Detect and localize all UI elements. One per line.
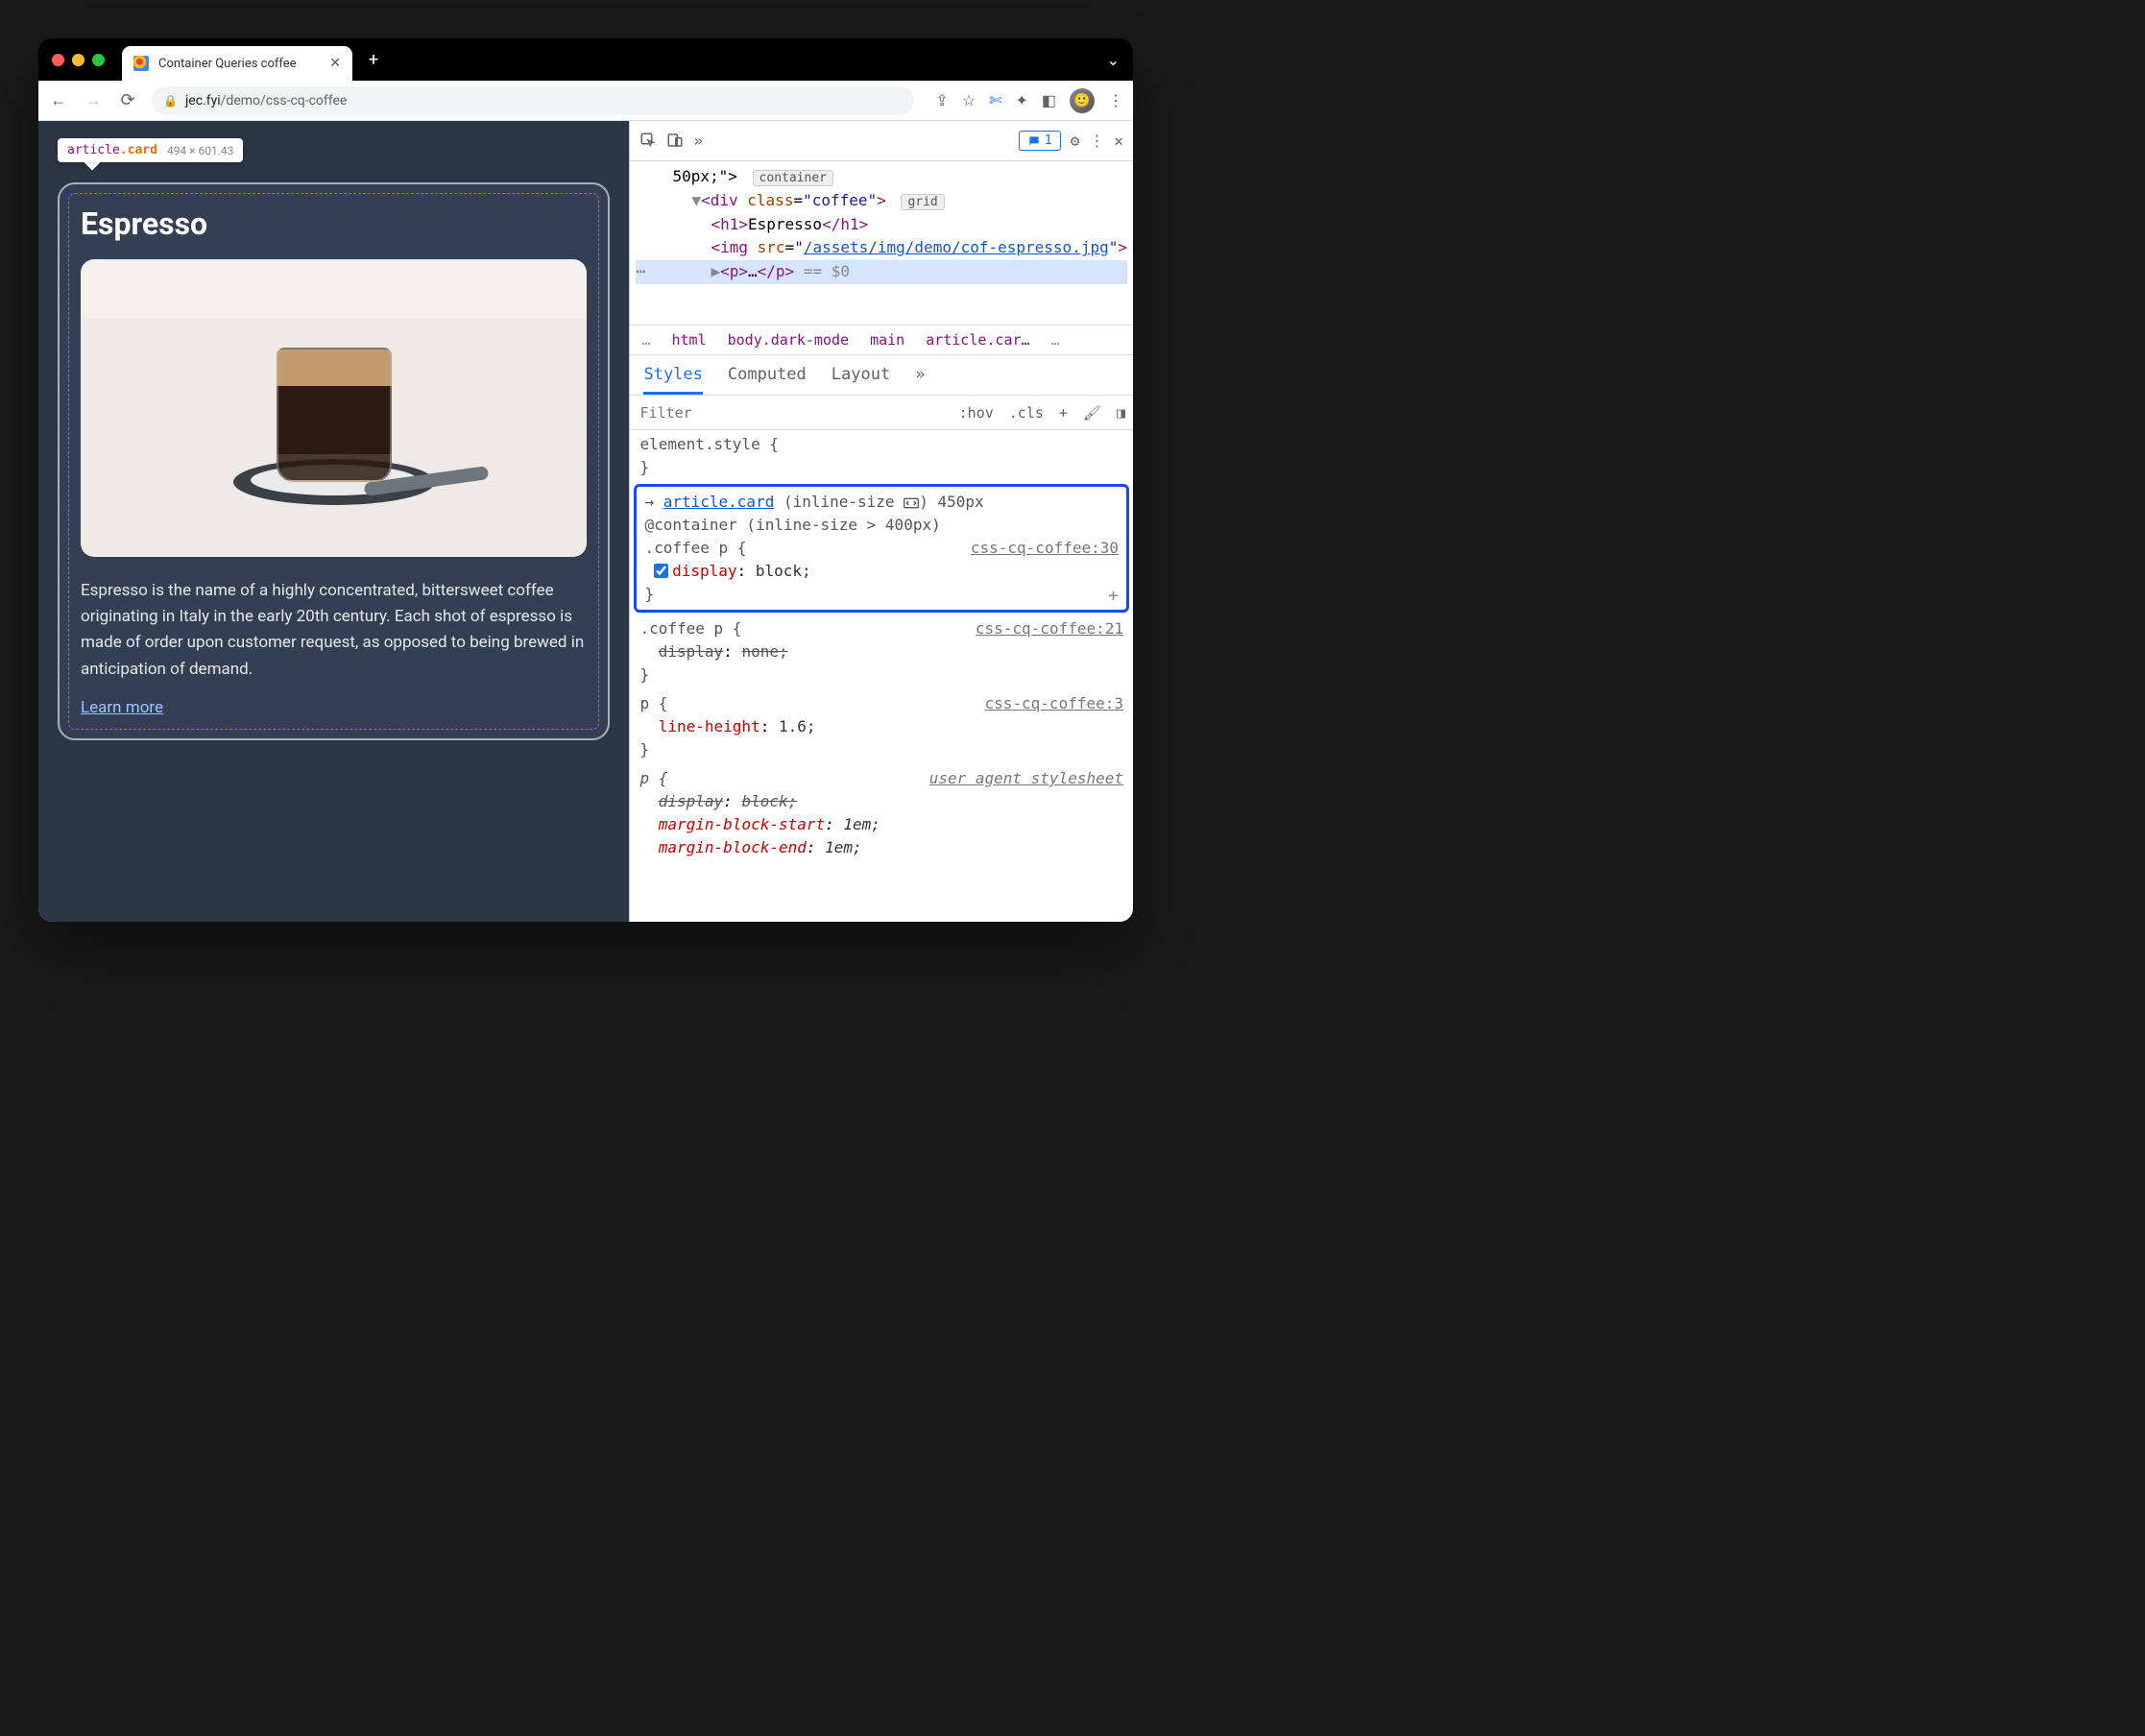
more-tabs-icon[interactable]: »: [693, 132, 703, 150]
url-path: /demo/css-cq-coffee: [221, 93, 348, 108]
devtools-close-icon[interactable]: ✕: [1114, 132, 1123, 150]
cq-article-link[interactable]: article.card: [663, 493, 775, 511]
bookmark-icon[interactable]: ☆: [962, 91, 976, 109]
container-query-rule: → article.card (inline-size ) 450px @con…: [634, 484, 1129, 613]
inspector-hover-tooltip: article.card 494 × 601.43: [58, 138, 243, 162]
breadcrumb-ellipsis[interactable]: …: [1051, 331, 1060, 349]
learn-more-link[interactable]: Learn more: [81, 698, 163, 717]
extensions-icon[interactable]: ✦: [1015, 91, 1027, 109]
content-area: article.card 494 × 601.43 Espresso Espre…: [38, 121, 1133, 922]
glass-shape: [277, 348, 392, 482]
tab-title: Container Queries coffee: [158, 57, 297, 71]
rendered-page: article.card 494 × 601.43 Espresso Espre…: [38, 121, 629, 922]
device-toolbar-icon[interactable]: [666, 132, 684, 150]
styles-filter-input[interactable]: [630, 404, 951, 422]
browser-window: Container Queries coffee ✕ + ⌄ ← → ⟳ 🔒 j…: [38, 38, 1133, 922]
dom-img-src[interactable]: /assets/img/demo/cof-espresso.jpg: [804, 238, 1109, 256]
browser-tab[interactable]: Container Queries coffee ✕: [122, 46, 352, 81]
property-toggle-checkbox[interactable]: [654, 564, 668, 578]
breadcrumb-item[interactable]: body.dark-mode: [728, 331, 849, 349]
console-messages-button[interactable]: 1: [1019, 131, 1061, 151]
rule-source-link[interactable]: css-cq-coffee:21: [976, 617, 1123, 640]
rule-source-link[interactable]: css-cq-coffee:3: [985, 692, 1124, 715]
tab-computed[interactable]: Computed: [728, 365, 807, 395]
rule-source-link: user agent stylesheet: [929, 767, 1123, 790]
dom-style-fragment: 50px;">: [672, 167, 736, 185]
rule-source-link[interactable]: css-cq-coffee:30: [971, 537, 1119, 560]
title-bar: Container Queries coffee ✕ + ⌄: [38, 38, 1133, 81]
container-badge[interactable]: container: [753, 170, 833, 186]
new-rule-plus-icon[interactable]: +: [1051, 404, 1075, 422]
styles-filter-row: :hov .cls + 🖌 ◨: [630, 396, 1133, 430]
dom-breadcrumbs[interactable]: … html body.dark-mode main article.car… …: [630, 325, 1133, 355]
favicon-icon: [133, 56, 149, 71]
dom-tree[interactable]: 50px;"> container ▼<div class="coffee"> …: [630, 161, 1133, 325]
element-style-selector: element.style {: [639, 435, 779, 453]
share-icon[interactable]: ⇪: [935, 91, 948, 109]
paint-icon[interactable]: 🖌: [1075, 404, 1109, 422]
toolbar-right-icons: ⇪ ☆ ✄ ✦ ◧ 🙂 ⋮: [935, 88, 1123, 113]
card-heading: Espresso: [81, 205, 587, 242]
tooltip-tag: article: [67, 143, 120, 157]
breadcrumb-item[interactable]: main: [870, 331, 904, 349]
inspect-element-icon[interactable]: [639, 132, 657, 150]
window-zoom-button[interactable]: [92, 54, 105, 66]
tab-close-button[interactable]: ✕: [329, 56, 341, 71]
card-description: Espresso is the name of a highly concent…: [81, 578, 587, 683]
new-tab-button[interactable]: +: [360, 46, 387, 73]
profile-avatar[interactable]: 🙂: [1070, 88, 1095, 113]
article-card: Espresso Espresso is the name of a highl…: [58, 182, 610, 740]
window-close-button[interactable]: [52, 54, 64, 66]
tab-layout[interactable]: Layout: [831, 365, 890, 395]
breadcrumb-item[interactable]: html: [672, 331, 707, 349]
secure-lock-icon: 🔒: [163, 94, 178, 108]
tabs-dropdown-button[interactable]: ⌄: [1107, 51, 1120, 69]
hov-toggle[interactable]: :hov: [952, 404, 1001, 422]
console-messages-count: 1: [1045, 133, 1052, 148]
reload-button[interactable]: ⟳: [117, 90, 138, 110]
tooltip-class: .card: [120, 143, 157, 157]
forward-button[interactable]: →: [83, 90, 104, 110]
coffee-image: [81, 259, 587, 557]
back-button[interactable]: ←: [48, 90, 69, 110]
tab-more[interactable]: »: [915, 365, 925, 395]
tab-styles[interactable]: Styles: [643, 365, 702, 395]
breadcrumb-ellipsis[interactable]: …: [641, 331, 650, 349]
chrome-menu-button[interactable]: ⋮: [1108, 91, 1123, 109]
sidepanel-icon[interactable]: ◧: [1042, 91, 1056, 109]
traffic-lights: [52, 54, 105, 66]
browser-toolbar: ← → ⟳ 🔒 jec.fyi/demo/css-cq-coffee ⇪ ☆ ✄…: [38, 81, 1133, 121]
devtools-panel: » 1 ⚙ ⋮ ✕ 50px;"> container ▼<div class=…: [629, 121, 1133, 922]
expand-caret-icon[interactable]: ▼: [691, 191, 701, 209]
devtools-menu-icon[interactable]: ⋮: [1089, 132, 1104, 150]
sidebar-toggle-icon[interactable]: ◨: [1109, 404, 1133, 422]
url-host: jec.fyi: [185, 93, 221, 108]
selected-node-marker: == $0: [804, 262, 850, 280]
cls-toggle[interactable]: .cls: [1001, 404, 1051, 422]
expand-caret-icon[interactable]: ▶: [711, 262, 720, 280]
settings-gear-icon[interactable]: ⚙: [1071, 132, 1080, 150]
grid-badge[interactable]: grid: [901, 194, 944, 210]
styles-rules-list[interactable]: element.style { } → article.card (inline…: [630, 430, 1133, 922]
styles-pane-tabs: Styles Computed Layout »: [630, 355, 1133, 396]
address-bar[interactable]: 🔒 jec.fyi/demo/css-cq-coffee: [152, 86, 914, 115]
window-minimize-button[interactable]: [72, 54, 84, 66]
breadcrumb-item[interactable]: article.car…: [926, 331, 1029, 349]
tooltip-dimensions: 494 × 601.43: [167, 144, 233, 157]
add-property-icon[interactable]: +: [1108, 583, 1119, 609]
dom-selected-node[interactable]: ⋯▶<p>…</p> == $0: [636, 260, 1127, 284]
devtools-toolbar: » 1 ⚙ ⋮ ✕: [630, 121, 1133, 161]
scissors-icon[interactable]: ✄: [989, 91, 1001, 109]
